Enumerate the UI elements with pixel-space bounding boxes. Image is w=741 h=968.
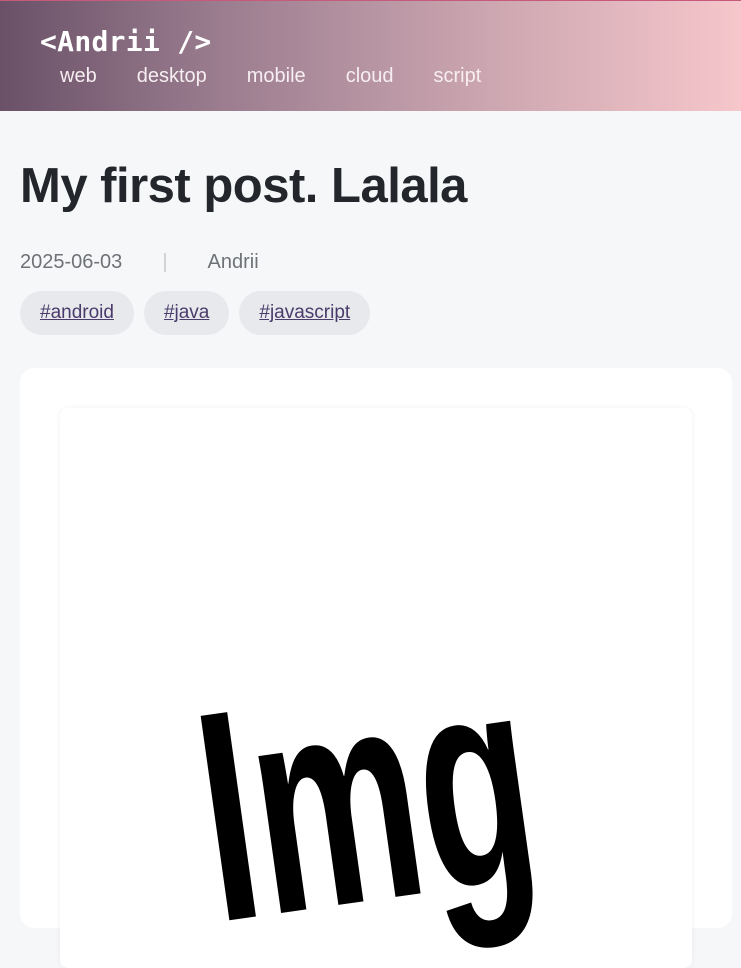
post-meta: 2025-06-03 | Andrii <box>20 251 259 274</box>
meta-separator: | <box>162 251 168 273</box>
nav-link-cloud[interactable]: cloud <box>346 65 394 88</box>
post-title: My first post. Lalala <box>20 159 467 213</box>
post-author: Andrii <box>207 251 259 273</box>
nav-link-mobile[interactable]: mobile <box>247 65 306 88</box>
img-logo-text: Img <box>200 628 553 948</box>
main-nav: web desktop mobile cloud script <box>60 65 481 88</box>
post-image-frame: Img <box>60 408 692 968</box>
site-logo[interactable]: <Andrii /> <box>40 25 212 58</box>
tag-chip: #javascript <box>239 291 371 335</box>
nav-link-desktop[interactable]: desktop <box>137 65 207 88</box>
nav-link-web[interactable]: web <box>60 65 97 88</box>
tag-list: #android #java #javascript <box>20 291 371 335</box>
post-card: Img <box>20 368 732 968</box>
tag-chip: #java <box>143 291 230 335</box>
tag-chip: #android <box>20 291 134 335</box>
tag-link-android[interactable]: #android <box>40 302 114 323</box>
post-date: 2025-06-03 <box>20 251 123 273</box>
site-header: <Andrii /> web desktop mobile cloud scri… <box>0 0 741 111</box>
tag-link-javascript[interactable]: #javascript <box>259 302 350 323</box>
tag-link-java[interactable]: #java <box>164 302 209 323</box>
nav-link-script[interactable]: script <box>434 65 482 88</box>
img-logo-image: Img <box>200 628 553 948</box>
